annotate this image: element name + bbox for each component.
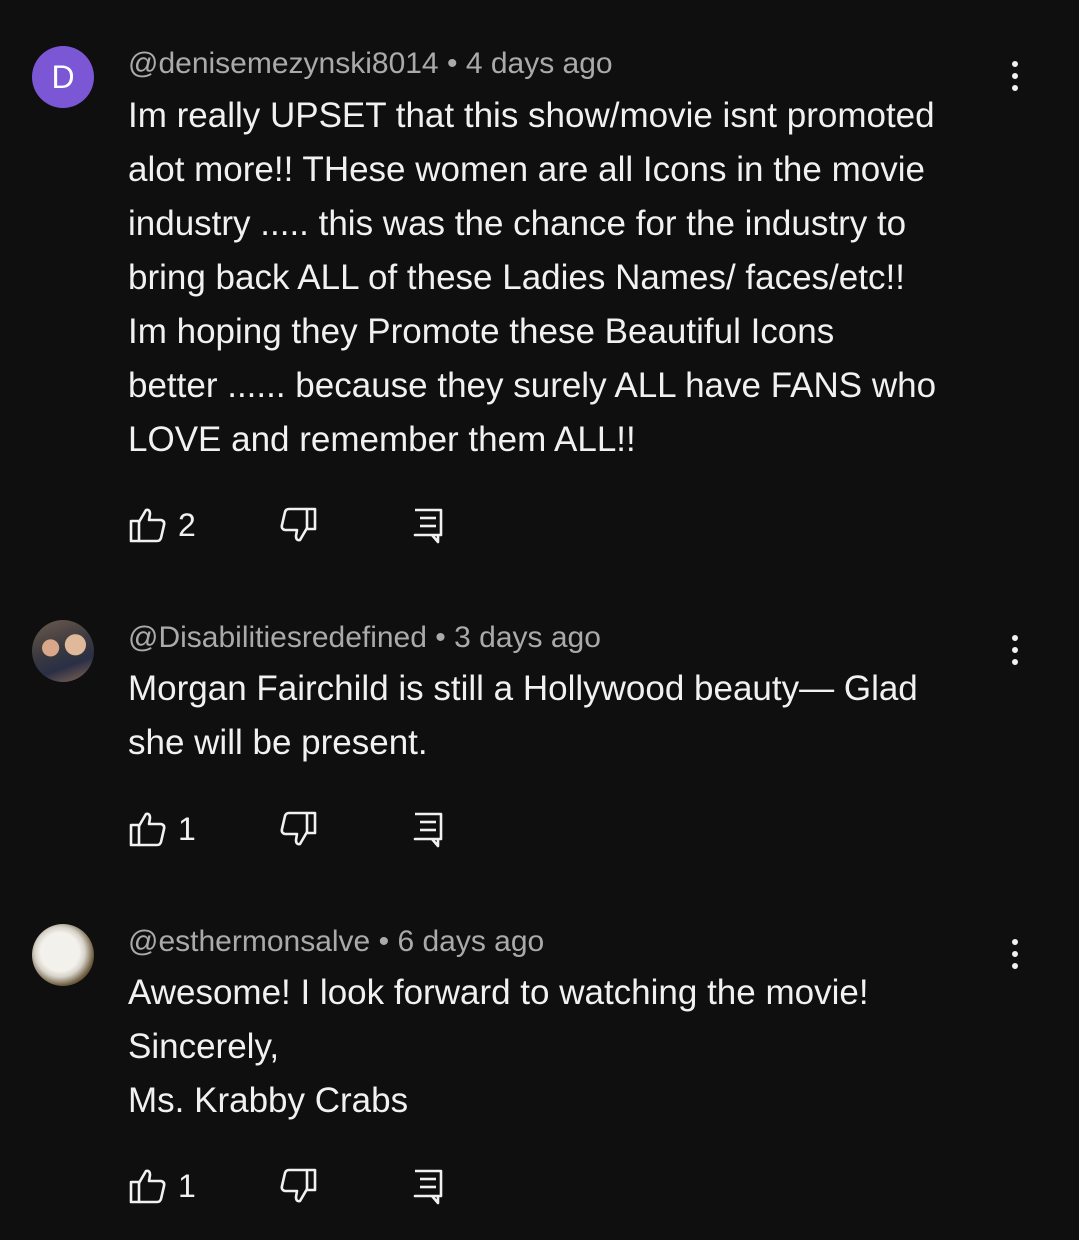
comment-actions: 1 — [128, 1164, 448, 1208]
like-count: 2 — [178, 506, 196, 543]
comment-actions: 2 — [128, 503, 448, 547]
avatar[interactable] — [32, 620, 94, 682]
meta-separator: • — [378, 925, 390, 958]
like-button[interactable]: 2 — [128, 505, 278, 545]
comment-text: Awesome! I look forward to watching the … — [128, 973, 869, 1120]
reply-icon — [413, 1169, 443, 1205]
comments-page: D @denisemezynski8014 • 4 days ago Im re… — [0, 0, 1079, 1240]
like-button[interactable]: 1 — [128, 809, 278, 849]
dislike-button[interactable] — [278, 1166, 408, 1206]
author-handle[interactable]: @Disabilitiesredefined — [128, 621, 427, 654]
avatar[interactable] — [32, 924, 94, 986]
comment-meta: @esthermonsalve • 6 days ago — [128, 924, 544, 960]
thumbs-up-icon — [129, 812, 166, 847]
thumbs-down-icon — [280, 1168, 317, 1203]
timestamp[interactable]: 3 days ago — [454, 621, 601, 654]
comment-meta: @denisemezynski8014 • 4 days ago — [128, 46, 613, 82]
avatar[interactable]: D — [32, 46, 94, 108]
thumbs-down-icon — [280, 507, 317, 542]
author-handle[interactable]: @denisemezynski8014 — [128, 47, 439, 80]
timestamp[interactable]: 6 days ago — [397, 925, 544, 958]
reply-icon — [413, 508, 443, 544]
dislike-button[interactable] — [278, 505, 408, 545]
meta-separator: • — [435, 621, 446, 654]
thumbs-down-icon — [280, 811, 317, 846]
meta-separator: • — [446, 47, 458, 80]
reply-button[interactable] — [408, 505, 448, 545]
author-handle[interactable]: @esthermonsalve — [128, 925, 370, 958]
dislike-button[interactable] — [278, 809, 408, 849]
thumbs-up-icon — [129, 508, 166, 543]
comment-text: Morgan Fairchild is still a Hollywood be… — [128, 669, 918, 762]
comment-meta: @Disabilitiesredefined • 3 days ago — [128, 620, 601, 656]
reply-button[interactable] — [408, 809, 448, 849]
thumbs-up-icon — [129, 1169, 166, 1204]
like-button[interactable]: 1 — [128, 1166, 278, 1206]
like-count: 1 — [178, 810, 196, 847]
comment-actions: 1 — [128, 807, 448, 851]
reply-button[interactable] — [408, 1166, 448, 1206]
avatar-letter: D — [51, 58, 75, 95]
reply-icon — [413, 812, 443, 848]
comment-text: Im really UPSET that this show/movie isn… — [128, 96, 937, 459]
timestamp[interactable]: 4 days ago — [466, 47, 613, 80]
like-count: 1 — [178, 1167, 196, 1204]
